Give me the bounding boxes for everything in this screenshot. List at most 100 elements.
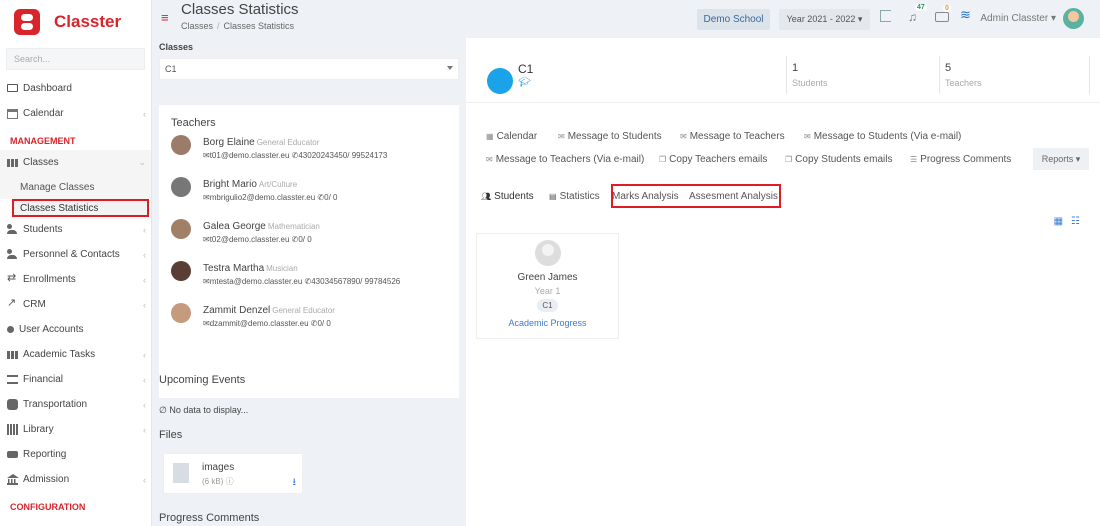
message-teachers-action[interactable]: ✉ Message to Teachers (680, 131, 785, 142)
breadcrumb-current: Classes Statistics (223, 21, 295, 31)
file-card[interactable]: images (6 kB) ⓘ ⭳ (163, 453, 303, 494)
teacher-row[interactable]: Testra Martha Musician ✉mtesta@demo.classt… (171, 261, 447, 305)
no-data-label: No data to display... (169, 405, 249, 415)
student-card[interactable]: Green James Year 1 C1 Academic Progress (476, 233, 619, 339)
list-view-icon[interactable]: ☷ (1071, 216, 1088, 227)
sidebar-item-academic-tasks[interactable]: Academic Tasks ‹ (0, 342, 151, 367)
notifications-badge: 47 (915, 4, 927, 11)
teacher-name[interactable]: Bright Mario Art/Culture (203, 179, 337, 190)
school-button[interactable]: Demo School (697, 9, 770, 30)
email-icon: ✉ (804, 132, 811, 141)
sidebar-item-classes[interactable]: Classes ⌄ (0, 150, 151, 175)
download-icon[interactable]: ⭳ (293, 475, 297, 492)
teacher-name[interactable]: Borg Elaine General Educator (203, 137, 387, 148)
calendar-action[interactable]: ▦ Calendar (486, 131, 537, 142)
message-students-action[interactable]: ✉ Message to Students (558, 131, 662, 142)
sidebar-item-admission[interactable]: Admission ‹ (0, 467, 151, 492)
breadcrumb-classes[interactable]: Classes (181, 21, 213, 31)
teacher-row[interactable]: Bright Mario Art/Culture ✉mbrigulio2@demo.… (171, 177, 447, 221)
message-teachers-email-action[interactable]: ✉ Message to Teachers (Via e-mail) (486, 154, 644, 165)
teacher-contact: ✉mtesta@demo.classter.eu ✆43034567890/ 9… (203, 277, 401, 286)
class-select[interactable]: C1 (159, 58, 459, 80)
academic-progress-link[interactable]: Academic Progress (477, 318, 618, 328)
teacher-role: General Educator (256, 138, 320, 147)
copy-students-emails-action[interactable]: ❐ Copy Students emails (785, 154, 892, 165)
year-dropdown[interactable]: Year 2021 - 2022 ▾ (779, 9, 870, 30)
teachers-count: 5 (945, 62, 952, 74)
sidebar-item-label: Library (23, 424, 54, 435)
messages-badge: 0 (943, 5, 951, 12)
envelope-icon: ✉ (558, 132, 565, 141)
tab-statistics[interactable]: ▤ Statistics (549, 191, 600, 202)
sidebar-item-personnel[interactable]: Personnel & Contacts ‹ (0, 242, 151, 267)
reports-dropdown[interactable]: Reports ▾ (1033, 148, 1089, 170)
layers-icon[interactable]: ≋ (960, 7, 974, 22)
upcoming-events-title: Upcoming Events (159, 374, 246, 386)
sidebar-item-label: Transportation (23, 399, 88, 410)
logo[interactable]: Classter (0, 0, 151, 44)
teacher-row[interactable]: Galea George Mathematician ✉t02@demo.class… (171, 219, 447, 263)
top-bar: ≡ Classes Statistics Classes / Classes Sta… (152, 0, 1100, 38)
teacher-name-text: Testra Martha (203, 263, 265, 274)
action-label: Copy Teachers emails (669, 154, 768, 165)
table-icon (7, 158, 18, 167)
sidebar-item-label: Personnel & Contacts (23, 249, 120, 260)
divider (466, 102, 1100, 103)
comment-icon: ☰ (910, 155, 918, 164)
flag-icon[interactable] (880, 10, 891, 22)
bell-icon[interactable]: ♫ 47 (908, 4, 927, 24)
sidebar-item-user-accounts[interactable]: User Accounts (0, 317, 151, 342)
user-avatar[interactable] (1063, 8, 1084, 29)
teacher-name-text: Bright Mario (203, 179, 257, 190)
library-icon (7, 424, 18, 435)
students-count-label: Students (792, 78, 828, 88)
trend-icon (7, 296, 18, 310)
classes-label: Classes (159, 42, 194, 52)
sidebar-item-reporting[interactable]: Reporting (0, 442, 151, 467)
printer-icon (7, 451, 18, 458)
sidebar-item-dashboard[interactable]: Dashboard (0, 76, 151, 101)
user-menu[interactable]: Admin Classter ▾ (980, 13, 1056, 24)
hamburger-menu-icon[interactable]: ≡ (161, 10, 169, 25)
sidebar-item-calendar[interactable]: Calendar ‹ (0, 101, 151, 126)
classter-logo-icon (14, 9, 40, 35)
money-icon (7, 374, 18, 385)
progress-comments-action[interactable]: ☰ Progress Comments (910, 154, 1011, 165)
chevron-left-icon: ‹ (143, 349, 146, 360)
teacher-contact: ✉mbrigulio2@demo.classter.eu ✆0/ 0 (203, 193, 338, 202)
action-label: Message to Students (567, 131, 662, 142)
teacher-name[interactable]: Testra Martha Musician (203, 263, 400, 274)
bar-chart-icon: ▤ (549, 192, 557, 201)
envelope-icon: ✉ (680, 132, 687, 141)
sidebar-item-crm[interactable]: CRM ‹ (0, 292, 151, 317)
sidebar-sub-manage-classes[interactable]: Manage Classes (0, 175, 151, 199)
sidebar-item-label: Admission (23, 474, 70, 485)
message-students-email-action[interactable]: ✉ Message to Students (Via e-mail) (804, 131, 961, 142)
teacher-photo (171, 135, 191, 155)
sidebar-item-enrollments[interactable]: Enrollments ‹ (0, 267, 151, 292)
sidebar-sub-classes-statistics[interactable]: Classes Statistics (12, 199, 149, 217)
student-year: Year 1 (534, 286, 561, 296)
personnel-icon (7, 249, 18, 260)
chevron-left-icon: ‹ (143, 399, 146, 410)
info-icon[interactable]: ⓘ (226, 477, 234, 486)
teacher-name[interactable]: Galea George Mathematician (203, 221, 320, 232)
caret-down-icon (447, 66, 453, 70)
teacher-role: Art/Culture (258, 180, 298, 189)
copy-teachers-emails-action[interactable]: ❐ Copy Teachers emails (659, 154, 767, 165)
teacher-name[interactable]: Zammit Denzel General Educator (203, 305, 335, 316)
sidebar-search-input[interactable]: Search... (6, 48, 145, 70)
grid-view-icon[interactable]: ▦ (1054, 216, 1071, 227)
teacher-row[interactable]: Borg Elaine General Educator ✉t01@demo.cla… (171, 135, 447, 179)
sidebar-item-students[interactable]: Students ‹ (0, 217, 151, 242)
sidebar-item-transportation[interactable]: Transportation ‹ (0, 392, 151, 417)
sidebar-item-financial[interactable]: Financial ‹ (0, 367, 151, 392)
page-title: Classes Statistics (181, 1, 299, 18)
teacher-row[interactable]: Zammit Denzel General Educator ✉dzammit@de… (171, 303, 447, 347)
envelope-icon[interactable]: 0 (935, 5, 951, 22)
tab-students[interactable]: 👥︎ Students (481, 191, 534, 202)
action-label: Message to Students (Via e-mail) (813, 131, 962, 142)
teacher-photo (171, 303, 191, 323)
sidebar-item-library[interactable]: Library ‹ (0, 417, 151, 442)
teacher-photo (171, 261, 191, 281)
